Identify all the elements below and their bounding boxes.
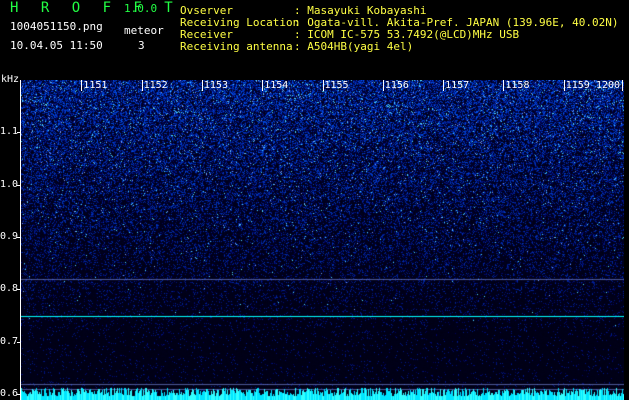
x-tick-label: 1200	[596, 80, 621, 91]
antenna-value: : A504HB(yagi 4el)	[294, 40, 414, 53]
waterfall-canvas	[21, 80, 624, 400]
y-tick-label: 0.6	[0, 388, 18, 400]
filename-label: 1004051150.png	[10, 20, 103, 33]
y-tick-label: 0.8	[0, 283, 18, 295]
antenna-label: Receiving antenna	[180, 40, 293, 53]
waterfall-plot[interactable]	[21, 80, 624, 400]
detector-label: meteor	[124, 24, 164, 37]
x-tick-label: 1157	[445, 80, 470, 91]
x-tick-mark	[322, 80, 324, 91]
x-tick-mark	[563, 80, 565, 91]
x-tick-label: 1159	[565, 80, 590, 91]
x-tick-mark	[262, 80, 264, 91]
x-tick-mark	[503, 80, 505, 91]
x-tick-label: 1158	[505, 80, 530, 91]
detector-count: 3	[138, 39, 145, 52]
x-tick-mark	[622, 80, 623, 91]
x-tick-mark	[201, 80, 203, 91]
x-tick-label: 1155	[324, 80, 349, 91]
y-tick-label: 1.1	[0, 126, 18, 138]
x-tick-label: 1151	[83, 80, 108, 91]
x-tick-label: 1154	[264, 80, 289, 91]
app-version: 1.0.0	[124, 2, 158, 15]
x-tick-label: 1156	[384, 80, 409, 91]
x-tick-mark	[443, 80, 445, 91]
x-tick-mark	[141, 80, 143, 91]
x-tick-mark	[382, 80, 384, 91]
frequency-unit-label: kHz	[1, 74, 20, 85]
x-tick-mark	[81, 80, 83, 91]
timestamp-label: 10.04.05 11:50	[10, 39, 103, 52]
y-tick-label: 0.9	[0, 231, 18, 243]
y-tick-label: 1.0	[0, 178, 18, 190]
x-tick-label: 1153	[203, 80, 228, 91]
x-tick-label: 1152	[143, 80, 168, 91]
y-tick-label: 0.7	[0, 335, 18, 347]
